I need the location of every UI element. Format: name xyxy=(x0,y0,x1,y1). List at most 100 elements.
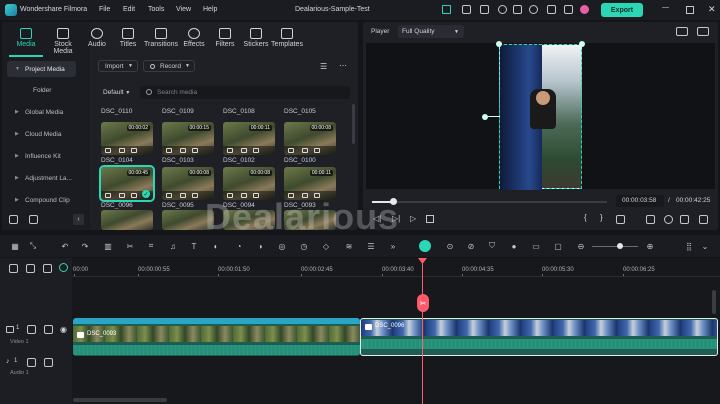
grid-icon[interactable]: ▦ xyxy=(10,241,20,251)
cloud-icon[interactable] xyxy=(529,5,538,14)
record-voice-icon[interactable]: ⊙ xyxy=(445,241,455,251)
edit-icon[interactable] xyxy=(180,193,186,198)
rotate-handle[interactable] xyxy=(482,114,488,120)
mic-icon[interactable]: ● xyxy=(509,241,519,251)
collapse-sidebar-icon[interactable]: ‹ xyxy=(73,214,84,225)
sidebar-item-influence-kit[interactable]: ▶ Influence Kit xyxy=(7,148,76,164)
video-icon[interactable] xyxy=(166,193,172,198)
timeline-vertical-scrollbar[interactable] xyxy=(712,290,716,314)
minimize-icon[interactable]: — xyxy=(662,4,669,11)
import-folder-icon[interactable] xyxy=(29,215,38,224)
tab-titles[interactable]: Titles xyxy=(111,28,145,48)
more-icon[interactable]: ⋯ xyxy=(339,61,347,70)
shield-icon[interactable]: ⛉ xyxy=(487,241,497,251)
preview-video-frame[interactable] xyxy=(499,44,582,190)
media-thumbnail[interactable]: 00:00:45 ✓ xyxy=(99,165,155,202)
media-thumbnail[interactable]: 00:00:11 xyxy=(223,122,275,155)
menu-tools[interactable]: Tools xyxy=(148,6,164,13)
sidebar-item-adjustment-layer[interactable]: ▶ Adjustment La... xyxy=(7,170,76,186)
stop-icon[interactable] xyxy=(426,215,434,223)
eye-icon[interactable]: ◉ xyxy=(60,325,67,334)
resize-handle-top-left[interactable] xyxy=(496,41,502,47)
new-folder-icon[interactable] xyxy=(9,215,18,224)
sort-dropdown[interactable]: Default ▼ xyxy=(103,89,130,96)
close-icon[interactable]: ✕ xyxy=(708,4,716,15)
track-folder-icon[interactable] xyxy=(27,325,36,334)
snapshot-camera-icon[interactable] xyxy=(664,215,673,224)
zoom-out-icon[interactable]: ⊖ xyxy=(576,241,586,251)
lock-icon[interactable] xyxy=(44,325,53,334)
tab-stock-media[interactable]: Stock Media xyxy=(45,28,81,55)
clip-dsc-0096[interactable]: DSC_0096 xyxy=(360,318,718,356)
export-button[interactable]: Export xyxy=(601,3,643,17)
edit-icon[interactable] xyxy=(119,193,125,198)
chevron-down-icon[interactable]: ⌄ xyxy=(700,241,710,251)
avatar[interactable] xyxy=(580,5,589,14)
display-icon[interactable] xyxy=(646,215,655,224)
delete-icon[interactable]: ▥ xyxy=(103,241,113,251)
media-thumbnail[interactable]: 00:00:02 xyxy=(101,122,153,155)
video-icon[interactable] xyxy=(166,148,172,153)
caption-icon[interactable]: ▭ xyxy=(531,241,541,251)
render-icon[interactable] xyxy=(616,215,625,224)
add-icon[interactable] xyxy=(253,148,259,153)
clip-dsc-0093[interactable]: Normal 1.00x DSC_0093 xyxy=(73,318,360,356)
sidebar-item-compound-clip[interactable]: ▶ Compound Clip xyxy=(7,192,76,208)
feedback-icon[interactable] xyxy=(480,5,489,14)
playhead-line[interactable] xyxy=(422,258,423,404)
playback-track[interactable] xyxy=(372,201,607,203)
download-icon[interactable] xyxy=(513,5,522,14)
media-thumbnail[interactable] xyxy=(101,210,153,230)
mark-in-icon[interactable]: { xyxy=(584,213,587,222)
snap-icon[interactable] xyxy=(43,264,52,273)
select-icon[interactable]: ⤡ xyxy=(28,241,38,251)
menu-view[interactable]: View xyxy=(176,6,191,13)
zoom-in-icon[interactable]: ⊕ xyxy=(645,241,655,251)
more-tools-icon[interactable]: » xyxy=(388,241,398,251)
split-scissors-icon[interactable]: ✂ xyxy=(417,294,429,312)
zoom-slider[interactable] xyxy=(592,246,638,247)
menu-file[interactable]: File xyxy=(99,6,110,13)
track-folder-icon[interactable] xyxy=(27,358,36,367)
add-icon[interactable] xyxy=(131,193,137,198)
ai-tool-icon[interactable] xyxy=(419,240,431,252)
tab-templates[interactable]: Templates xyxy=(270,28,304,48)
maximize-icon[interactable] xyxy=(686,6,694,14)
keyframe-icon[interactable]: ◇ xyxy=(321,241,331,251)
current-time[interactable]: 00:00:03:58 xyxy=(616,195,664,207)
media-scrollbar[interactable] xyxy=(352,104,355,144)
tab-stickers[interactable]: Stickers xyxy=(239,28,273,48)
screen-icon[interactable]: ▢ xyxy=(553,241,563,251)
menu-help[interactable]: Help xyxy=(203,6,217,13)
tab-media[interactable]: Media xyxy=(9,28,43,48)
lock-icon[interactable] xyxy=(44,358,53,367)
cut-icon[interactable]: ✂ xyxy=(125,241,135,251)
video-icon[interactable] xyxy=(227,148,233,153)
record-button[interactable]: Record ▼ xyxy=(143,60,195,72)
layout-icon[interactable] xyxy=(697,27,709,36)
gift-icon[interactable] xyxy=(442,5,451,14)
resize-handle-top-right[interactable] xyxy=(579,41,585,47)
sidebar-item-project-media[interactable]: ▼ Project Media xyxy=(7,61,76,77)
search-input[interactable]: Search media xyxy=(140,86,350,99)
mask-icon[interactable]: ◐ xyxy=(211,241,221,251)
sidebar-item-folder[interactable]: Folder xyxy=(7,82,76,98)
magnet-icon[interactable] xyxy=(59,263,68,272)
adjust-icon[interactable]: ☰ xyxy=(366,241,376,251)
play-icon[interactable]: ▷ xyxy=(410,214,416,223)
snapshot-icon[interactable] xyxy=(676,27,688,36)
speed-icon[interactable]: ◔ xyxy=(234,241,244,251)
sidebar-item-cloud-media[interactable]: ▶ Cloud Media xyxy=(7,126,76,142)
video-icon[interactable] xyxy=(288,148,294,153)
crop-icon[interactable]: ⌗ xyxy=(146,241,156,251)
tab-audio[interactable]: Audio xyxy=(80,28,114,48)
redo-icon[interactable]: ↷ xyxy=(80,241,90,251)
edit-icon[interactable] xyxy=(241,148,247,153)
edit-icon[interactable] xyxy=(119,148,125,153)
notification-icon[interactable] xyxy=(462,5,471,14)
import-button[interactable]: Import ▼ xyxy=(98,60,138,72)
timer-icon[interactable]: ◷ xyxy=(299,241,309,251)
apps-icon[interactable] xyxy=(547,5,556,14)
add-icon[interactable] xyxy=(192,193,198,198)
add-track-icon[interactable] xyxy=(9,264,18,273)
